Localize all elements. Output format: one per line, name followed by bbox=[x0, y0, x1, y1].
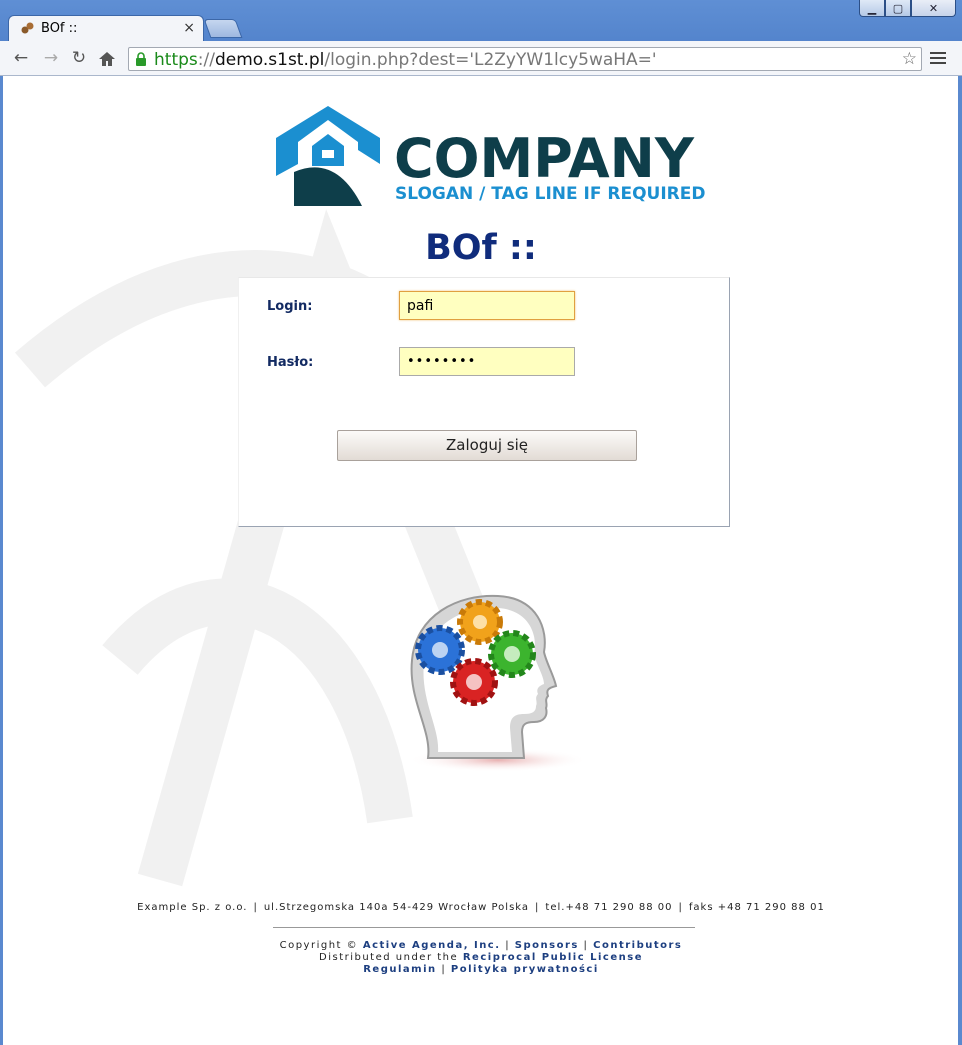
login-input[interactable] bbox=[399, 291, 575, 320]
lock-icon bbox=[136, 52, 146, 66]
password-label: Hasło: bbox=[267, 355, 314, 370]
home-icon[interactable] bbox=[98, 51, 116, 67]
forward-icon[interactable]: → bbox=[40, 48, 62, 68]
footer-company: Example Sp. z o.o. bbox=[137, 902, 248, 913]
login-label: Login: bbox=[267, 299, 313, 314]
privacy-link[interactable]: Polityka prywatności bbox=[451, 964, 599, 975]
footer-divider bbox=[273, 927, 695, 928]
active-agenda-link[interactable]: Active Agenda, Inc. bbox=[363, 940, 501, 951]
bookmark-star-icon[interactable]: ☆ bbox=[902, 49, 917, 69]
browser-toolbar: ← → ↻ https://demo.s1st.pl/login.php?des… bbox=[0, 41, 962, 76]
window-frame-right bbox=[958, 76, 962, 1045]
orange-gear-icon bbox=[457, 599, 503, 645]
menu-icon[interactable] bbox=[930, 49, 946, 65]
footer-phone: tel.+48 71 290 88 00 bbox=[545, 902, 673, 913]
license-link[interactable]: Reciprocal Public License bbox=[463, 952, 643, 963]
contributors-link[interactable]: Contributors bbox=[593, 940, 682, 951]
tab-close-icon[interactable]: × bbox=[183, 20, 195, 36]
sponsors-link[interactable]: Sponsors bbox=[515, 940, 579, 951]
company-slogan: SLOGAN / TAG LINE IF REQUIRED bbox=[395, 184, 706, 204]
restore-button[interactable]: ▢ bbox=[885, 0, 911, 17]
browser-chrome: ▁ ▢ ✕ BOf :: × ← → ↻ https://demo.s1st.p… bbox=[0, 0, 962, 76]
red-gear-icon bbox=[450, 658, 498, 706]
footer-contact: Example Sp. z o.o. | ul.Strzegomska 140a 5… bbox=[137, 902, 825, 913]
login-form: Login: Hasło: •••••••• Zaloguj się bbox=[238, 277, 730, 527]
address-bar[interactable]: https://demo.s1st.pl/login.php?dest='L2Z… bbox=[128, 47, 922, 71]
footer-credits: Copyright © Active Agenda, Inc. | Sponso… bbox=[279, 940, 683, 975]
footer-fax: faks +48 71 290 88 01 bbox=[688, 902, 825, 913]
close-window-button[interactable]: ✕ bbox=[911, 0, 956, 17]
browser-tab[interactable]: BOf :: × bbox=[8, 15, 204, 41]
url-text: https://demo.s1st.pl/login.php?dest='L2Z… bbox=[154, 50, 657, 70]
new-tab-button[interactable] bbox=[203, 19, 243, 38]
favicon-icon bbox=[21, 22, 34, 34]
reload-icon[interactable]: ↻ bbox=[68, 48, 90, 68]
page-title: BOf :: bbox=[425, 228, 537, 268]
regulamin-link[interactable]: Regulamin bbox=[363, 964, 436, 975]
head-gears-illustration bbox=[408, 594, 588, 772]
login-button[interactable]: Zaloguj się bbox=[337, 430, 637, 461]
tab-title: BOf :: bbox=[41, 21, 78, 36]
back-icon[interactable]: ← bbox=[10, 48, 32, 68]
company-name: COMPANY bbox=[394, 127, 694, 190]
window-controls: ▁ ▢ ✕ bbox=[859, 0, 956, 17]
blue-gear-icon bbox=[415, 625, 465, 675]
minimize-button[interactable]: ▁ bbox=[859, 0, 885, 17]
footer-address: ul.Strzegomska 140a 54-429 Wrocław Polsk… bbox=[263, 902, 530, 913]
password-input[interactable]: •••••••• bbox=[399, 347, 575, 376]
green-gear-icon bbox=[488, 630, 536, 678]
